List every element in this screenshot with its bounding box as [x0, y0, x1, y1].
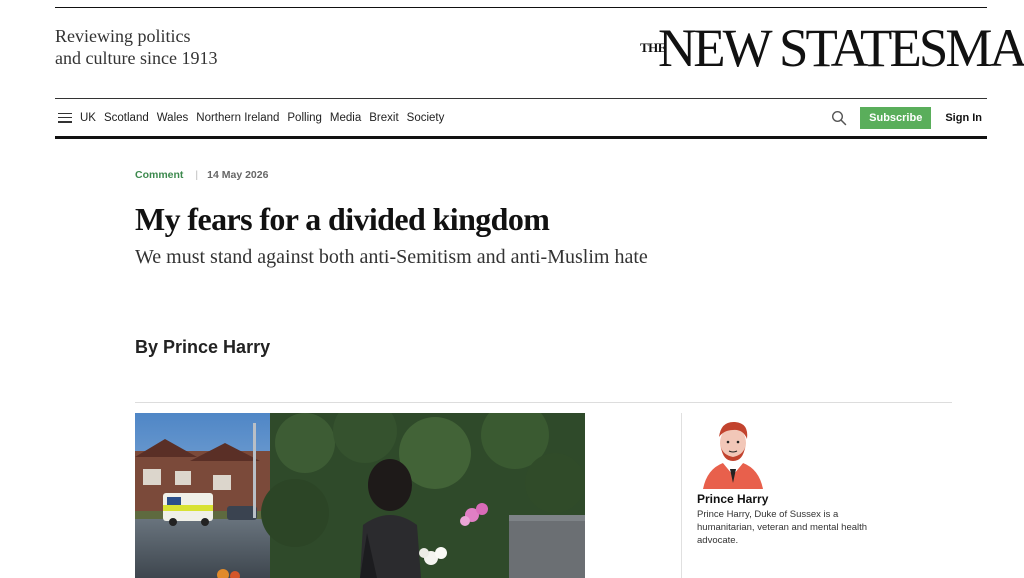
sign-in-link[interactable]: Sign In: [945, 112, 982, 124]
nav-item-northern-ireland[interactable]: Northern Ireland: [196, 112, 279, 124]
masthead-logo[interactable]: THE NEW STATESMAN: [640, 18, 1024, 80]
nav-item-society[interactable]: Society: [407, 112, 445, 124]
nav-item-wales[interactable]: Wales: [157, 112, 189, 124]
sidebar-divider: [681, 413, 682, 578]
meta-separator: |: [195, 169, 199, 181]
top-rule: [55, 7, 987, 8]
nav-item-scotland[interactable]: Scotland: [104, 112, 149, 124]
tagline-line-2: and culture since 1913: [55, 48, 218, 68]
publish-date: 14 May 2026: [207, 169, 269, 181]
byline: By Prince Harry: [135, 337, 270, 358]
content-divider: [135, 402, 952, 403]
nav-item-media[interactable]: Media: [330, 112, 361, 124]
subscribe-button[interactable]: Subscribe: [860, 106, 932, 129]
author-card-name[interactable]: Prince Harry: [697, 492, 897, 506]
author-avatar[interactable]: [697, 413, 769, 489]
main-nav: UK Scotland Wales Northern Ireland Polli…: [55, 99, 987, 136]
section-link[interactable]: Comment: [135, 169, 183, 181]
site-tagline: Reviewing politics and culture since 191…: [55, 25, 217, 69]
nav-item-brexit[interactable]: Brexit: [369, 112, 398, 124]
byline-author-link[interactable]: Prince Harry: [163, 337, 270, 357]
article-meta: Comment | 14 May 2026: [135, 169, 268, 181]
masthead-the: THE: [640, 40, 666, 55]
author-card: Prince Harry Prince Harry, Duke of Susse…: [697, 413, 897, 547]
masthead-name: NEW STATESMAN: [658, 18, 1024, 78]
article-lead-image: [135, 413, 585, 578]
lead-image-scene: [135, 413, 585, 578]
author-card-bio: Prince Harry, Duke of Sussex is a humani…: [697, 509, 868, 546]
nav-item-polling[interactable]: Polling: [287, 112, 322, 124]
nav-item-uk[interactable]: UK: [80, 112, 96, 124]
tagline-line-1: Reviewing politics: [55, 26, 191, 46]
search-icon[interactable]: [831, 110, 847, 126]
byline-prefix: By: [135, 337, 159, 357]
menu-icon[interactable]: [58, 112, 72, 123]
nav-actions: Subscribe Sign In: [831, 99, 987, 136]
nav-rule-bottom: [55, 136, 987, 139]
article-headline: My fears for a divided kingdom: [135, 201, 550, 237]
article-standfirst: We must stand against both anti-Semitism…: [135, 246, 648, 268]
